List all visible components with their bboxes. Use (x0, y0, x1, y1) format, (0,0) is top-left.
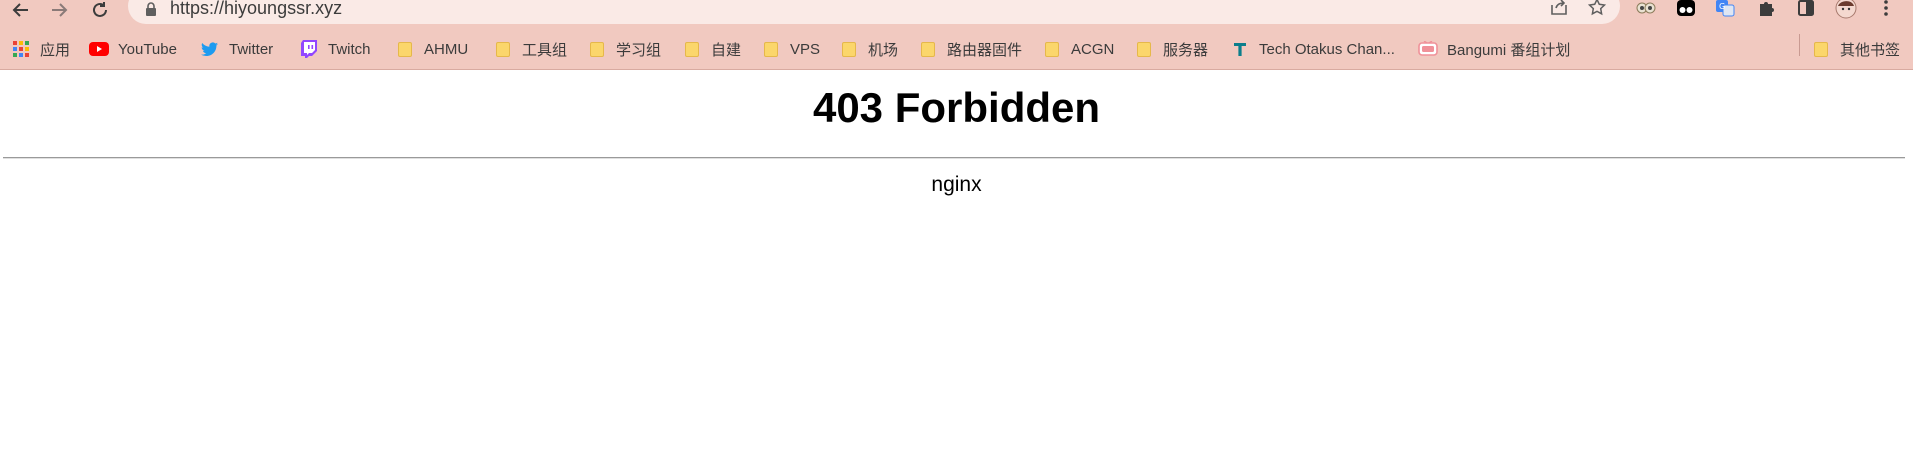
bookmark-folder-acgn[interactable]: ACGN (1042, 37, 1114, 61)
bookmark-folder-vps[interactable]: VPS (761, 37, 820, 61)
folder-icon (493, 40, 513, 58)
forward-arrow-icon (52, 3, 68, 17)
twitter-icon (200, 40, 220, 58)
url-text[interactable]: https://hiyoungssr.xyz (170, 0, 342, 19)
bookmark-folder-ahmu[interactable]: AHMU (395, 37, 468, 61)
bookmark-bangumi[interactable]: Bangumi 番组计划 (1418, 37, 1570, 61)
browser-menu-button[interactable] (1874, 0, 1898, 18)
folder-icon (395, 40, 415, 58)
forward-button[interactable] (45, 0, 75, 20)
page-content: 403 Forbidden nginx (0, 70, 1913, 468)
bookmark-label: ACGN (1071, 40, 1115, 58)
bookmark-label: YouTube (118, 40, 177, 58)
extensions-button[interactable] (1754, 0, 1778, 18)
translate-icon: G (1716, 0, 1735, 17)
address-bar[interactable]: https://hiyoungssr.xyz (128, 0, 1620, 24)
folder-icon (682, 40, 702, 58)
profile-button[interactable] (1834, 0, 1858, 19)
bookmark-label: Tech Otakus Chan... (1259, 40, 1395, 58)
kebab-menu-icon (1884, 0, 1888, 16)
bangumi-icon (1418, 40, 1438, 58)
browser-toolbar: https://hiyoungssr.xyz G (0, 0, 1913, 28)
bookmark-folder-router-firmware[interactable]: 路由器固件 (918, 37, 1022, 61)
folder-icon (1134, 40, 1154, 58)
reload-button[interactable] (85, 0, 115, 20)
bookmark-twitter[interactable]: Twitter (200, 37, 273, 61)
bookmark-label: 工具组 (522, 41, 568, 59)
side-panel-button[interactable] (1794, 0, 1818, 18)
owl-extension-button[interactable] (1634, 0, 1658, 18)
youtube-icon (89, 40, 109, 58)
svg-text:G: G (1719, 2, 1725, 11)
bookmark-youtube[interactable]: YouTube (89, 37, 177, 61)
avatar (1835, 0, 1857, 19)
bookmarks-bar: 应用 YouTube Twitter Twitch AHMU 工具组 学习组 自… (0, 28, 1913, 70)
bookmark-label: Bangumi 番组计划 (1447, 41, 1571, 59)
bookmark-label: Twitch (328, 40, 371, 58)
folder-icon (761, 40, 781, 58)
bookmark-label: 学习组 (616, 41, 662, 59)
bookmark-label: AHMU (424, 40, 469, 58)
bookmark-folder-other[interactable]: 其他书签 (1811, 37, 1900, 61)
apps-grid-icon (11, 40, 31, 58)
back-arrow-icon (12, 3, 28, 17)
bookmark-label: 路由器固件 (947, 41, 1023, 59)
tampermonkey-button[interactable] (1674, 0, 1698, 18)
folder-icon (1811, 40, 1831, 58)
reload-icon (93, 2, 107, 17)
puzzle-icon (1760, 2, 1774, 16)
translate-button[interactable]: G (1713, 0, 1737, 18)
bookmark-twitch[interactable]: Twitch (299, 37, 371, 61)
folder-icon (918, 40, 938, 58)
bookmark-label: 其他书签 (1840, 41, 1901, 59)
bookmark-folder-study[interactable]: 学习组 (587, 37, 661, 61)
folder-icon (587, 40, 607, 58)
bookmark-label: Twitter (229, 40, 274, 58)
tech-otakus-icon (1230, 40, 1250, 58)
side-panel-icon (1798, 0, 1814, 16)
bookmark-label: 自建 (711, 41, 742, 59)
lock-icon (146, 2, 156, 16)
folder-icon (839, 40, 859, 58)
horizontal-rule (3, 157, 1905, 159)
bookmarks-divider (1799, 34, 1800, 56)
bookmark-folder-tools[interactable]: 工具组 (493, 37, 567, 61)
tampermonkey-icon (1677, 0, 1695, 16)
owl-extension-icon (1636, 2, 1656, 14)
bookmark-folder-servers[interactable]: 服务器 (1134, 37, 1208, 61)
twitch-icon (299, 40, 319, 58)
page-title: 403 Forbidden (812, 84, 1101, 131)
bookmark-label: 机场 (868, 41, 899, 59)
bookmark-apps[interactable]: 应用 (11, 37, 70, 61)
bookmark-folder-selfhosted[interactable]: 自建 (682, 37, 741, 61)
bookmark-tech-otakus[interactable]: Tech Otakus Chan... (1230, 37, 1395, 61)
share-icon (1551, 0, 1567, 15)
folder-icon (1042, 40, 1062, 58)
server-signature: nginx (931, 173, 982, 196)
bookmark-label: 服务器 (1163, 41, 1209, 59)
bookmark-star-button[interactable] (1586, 0, 1608, 16)
back-button[interactable] (5, 0, 35, 20)
bookmark-folder-airport[interactable]: 机场 (839, 37, 898, 61)
bookmark-label: 应用 (40, 41, 71, 59)
share-button[interactable] (1548, 0, 1570, 16)
star-icon (1588, 0, 1606, 16)
bookmark-label: VPS (790, 40, 821, 58)
